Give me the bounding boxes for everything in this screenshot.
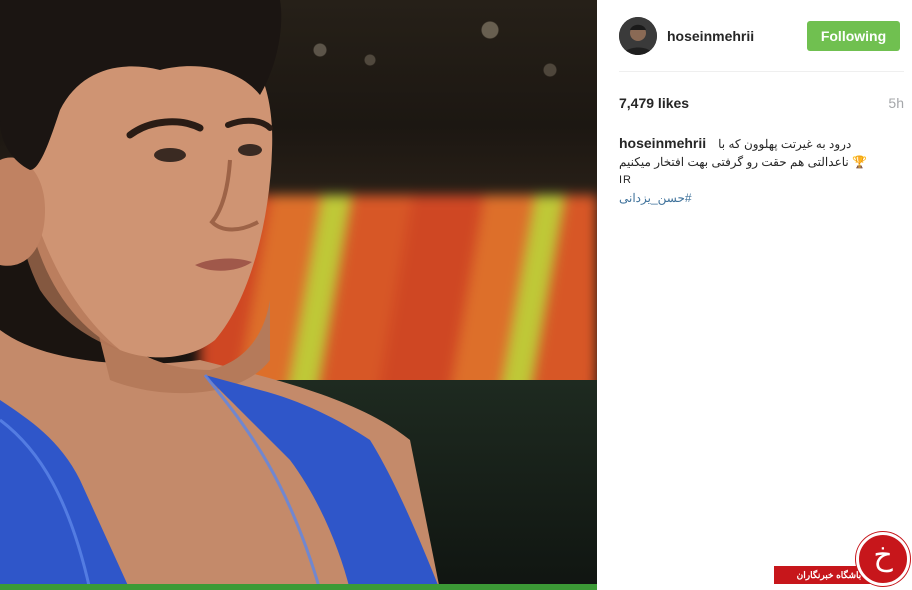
post-photo[interactable] bbox=[0, 0, 597, 590]
caption-text-2: ناعدالتی هم حقت رو گرفتی بهت افتخار میکن… bbox=[619, 155, 849, 169]
watermark-logo-letter: خ bbox=[873, 538, 893, 573]
watermark-logo-icon: خ bbox=[856, 532, 910, 586]
instagram-post: hoseinmehrii Following 7,479 likes 5h ho… bbox=[0, 0, 912, 590]
header-username[interactable]: hoseinmehrii bbox=[667, 28, 807, 44]
post-time[interactable]: 5h bbox=[888, 95, 904, 111]
photo-edge-strip bbox=[0, 584, 597, 590]
athlete-figure bbox=[0, 0, 440, 590]
post-header: hoseinmehrii Following bbox=[619, 0, 904, 72]
following-button[interactable]: Following bbox=[807, 20, 900, 51]
avatar-image bbox=[619, 16, 657, 55]
post-meta: 7,479 likes 5h bbox=[619, 72, 908, 134]
caption-hashtag[interactable]: #حسن_یزدانی bbox=[619, 189, 902, 207]
caption-line-1: hoseinmehrii درود به غیرتت پهلوون که با bbox=[619, 134, 902, 153]
caption-text-1: درود به غیرتت پهلوون که با bbox=[718, 137, 852, 151]
caption-username[interactable]: hoseinmehrii bbox=[619, 134, 706, 152]
trophy-icon: 🏆 bbox=[852, 155, 868, 169]
likes-count[interactable]: 7,479 likes bbox=[619, 95, 689, 111]
caption-text-3: IR bbox=[619, 174, 632, 186]
watermark: باشگاه خبرنگاران خ bbox=[770, 526, 910, 586]
caption-line-2: ناعدالتی هم حقت رو گرفتی بهت افتخار میکن… bbox=[619, 153, 902, 171]
post-caption: hoseinmehrii درود به غیرتت پهلوون که با … bbox=[619, 134, 908, 207]
avatar[interactable] bbox=[619, 16, 657, 55]
post-side-panel: hoseinmehrii Following 7,479 likes 5h ho… bbox=[597, 0, 912, 590]
